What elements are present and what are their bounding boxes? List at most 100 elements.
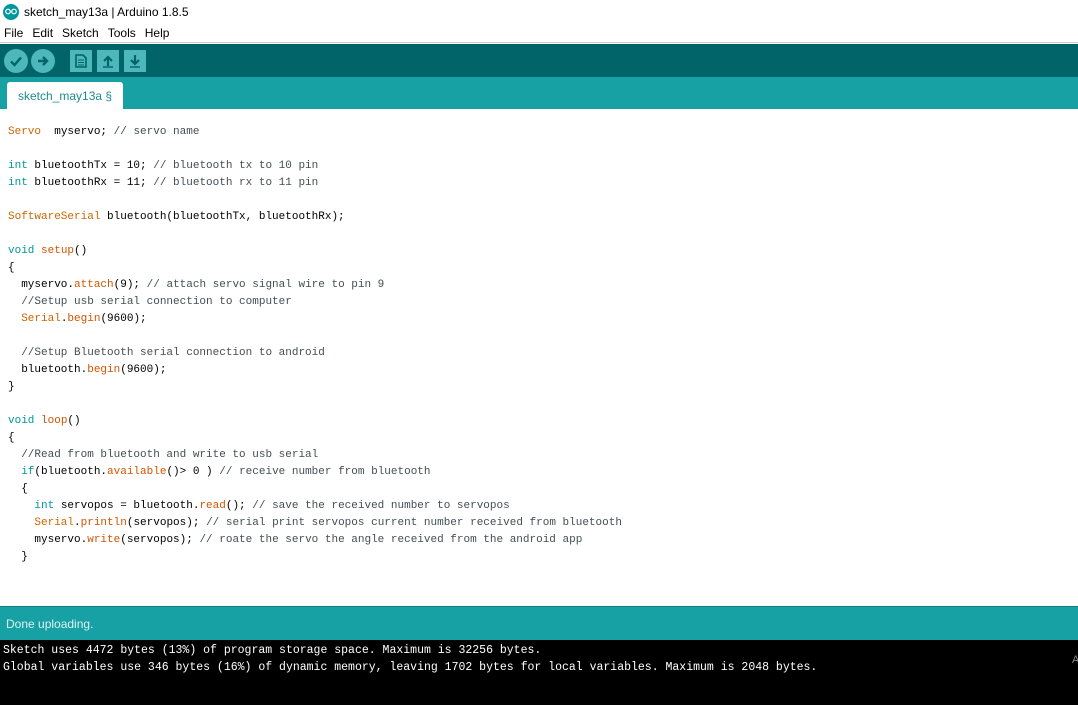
code-line[interactable]: Servo myservo; // servo name xyxy=(8,124,622,141)
menu-edit[interactable]: Edit xyxy=(32,26,53,40)
checkmark-icon xyxy=(10,56,22,67)
code-token: } xyxy=(8,551,28,563)
code-token: myservo. xyxy=(8,534,88,546)
code-token: write xyxy=(87,534,121,546)
code-token: // serial print servopos current number … xyxy=(206,517,622,529)
open-button[interactable] xyxy=(97,49,119,72)
code-token: //Setup Bluetooth serial connection to a… xyxy=(8,347,325,359)
code-token: if xyxy=(21,466,35,478)
code-line[interactable]: //Read from bluetooth and write to usb s… xyxy=(8,447,622,464)
code-line[interactable]: } xyxy=(8,379,622,396)
code-token: int xyxy=(34,500,55,512)
new-file-icon xyxy=(75,53,87,68)
output-console: Sketch uses 4472 bytes (13%) of program … xyxy=(0,640,1078,705)
code-token: bluetoothRx = 11; xyxy=(27,177,154,189)
code-token: int xyxy=(8,177,28,189)
code-token: void xyxy=(8,415,35,427)
code-line[interactable]: //Setup Bluetooth serial connection to a… xyxy=(8,345,622,362)
save-button[interactable] xyxy=(124,49,146,72)
code-line[interactable]: int bluetoothTx = 10; // bluetooth tx to… xyxy=(8,158,622,175)
code-token: myservo. xyxy=(8,279,75,291)
code-line[interactable]: void setup() xyxy=(8,243,622,260)
new-sketch-button[interactable] xyxy=(70,49,92,72)
code-line[interactable]: int bluetoothRx = 11; // bluetooth rx to… xyxy=(8,175,622,192)
arrow-down-icon xyxy=(130,54,140,68)
tab-bar: sketch_may13a § xyxy=(0,77,1078,109)
code-token: } xyxy=(8,381,15,393)
code-line[interactable]: SoftwareSerial bluetooth(bluetoothTx, bl… xyxy=(8,209,622,226)
verify-button[interactable] xyxy=(4,48,28,73)
code-line[interactable]: //Setup usb serial connection to compute… xyxy=(8,294,622,311)
title-bar: sketch_may13a | Arduino 1.8.5 xyxy=(0,0,1078,23)
arrow-right-icon xyxy=(38,55,49,66)
code-token: println xyxy=(80,517,127,529)
code-token: attach xyxy=(74,279,114,291)
code-editor[interactable]: Servo myservo; // servo name int bluetoo… xyxy=(0,109,1078,606)
code-token: () xyxy=(74,245,88,257)
code-token: servopos = bluetooth. xyxy=(54,500,200,512)
code-token: Serial xyxy=(34,517,75,529)
code-line[interactable] xyxy=(8,226,622,243)
console-line: Global variables use 346 bytes (16%) of … xyxy=(3,661,818,674)
code-token: // receive number from bluetooth xyxy=(219,466,431,478)
arduino-logo-icon xyxy=(3,3,19,20)
code-token: { xyxy=(8,262,15,274)
menu-sketch[interactable]: Sketch xyxy=(62,26,99,40)
code-token: (); xyxy=(225,500,253,512)
tab-sketch[interactable]: sketch_may13a § xyxy=(7,82,124,109)
code-line[interactable]: bluetooth.begin(9600); xyxy=(8,362,622,379)
upload-button[interactable] xyxy=(31,48,55,73)
code-token: setup xyxy=(41,245,75,257)
code-token: loop xyxy=(41,415,68,427)
code-token: Serial xyxy=(21,313,61,325)
code-token: (9600); xyxy=(100,313,147,325)
code-token: //Read from bluetooth and write to usb s… xyxy=(8,449,319,461)
code-token: begin xyxy=(87,364,121,376)
code-line[interactable] xyxy=(8,396,622,413)
code-token: (servopos); xyxy=(120,534,200,546)
code-line[interactable] xyxy=(8,328,622,345)
code-line[interactable]: { xyxy=(8,481,622,498)
code-token: { xyxy=(8,483,28,495)
status-bar: Done uploading. xyxy=(0,606,1078,640)
code-token: () xyxy=(67,415,81,427)
code-token: // save the received number to servopos xyxy=(252,500,510,512)
code-line[interactable] xyxy=(8,192,622,209)
code-line[interactable]: { xyxy=(8,430,622,447)
code-line[interactable] xyxy=(8,141,622,158)
code-token: (servopos); xyxy=(126,517,207,529)
code-token: . xyxy=(74,517,81,529)
code-token: (bluetooth. xyxy=(34,466,108,478)
code-token: myservo; xyxy=(41,126,114,138)
window-title: sketch_may13a | Arduino 1.8.5 xyxy=(24,4,189,19)
code-token: bluetoothTx = 10; xyxy=(27,160,154,172)
code-line[interactable]: void loop() xyxy=(8,413,622,430)
code-token: // bluetooth rx to 11 pin xyxy=(153,177,319,189)
code-token: void xyxy=(8,245,35,257)
code-token: // servo name xyxy=(113,126,200,138)
arrow-up-icon xyxy=(103,54,113,68)
code-text[interactable]: Servo myservo; // servo name int bluetoo… xyxy=(8,124,622,566)
menu-help[interactable]: Help xyxy=(145,26,170,40)
code-token: //Setup usb serial connection to compute… xyxy=(8,296,292,308)
code-line[interactable]: myservo.attach(9); // attach servo signa… xyxy=(8,277,622,294)
code-line[interactable]: { xyxy=(8,260,622,277)
code-token: int xyxy=(8,160,28,172)
code-token: { xyxy=(8,432,15,444)
code-token: bluetooth(bluetoothTx, bluetoothRx); xyxy=(100,211,345,223)
code-token: (9600); xyxy=(120,364,167,376)
code-line[interactable]: Serial.begin(9600); xyxy=(8,311,622,328)
code-line[interactable]: myservo.write(servopos); // roate the se… xyxy=(8,532,622,549)
menu-tools[interactable]: Tools xyxy=(108,26,136,40)
menu-file[interactable]: File xyxy=(4,26,23,40)
code-line[interactable]: int servopos = bluetooth.read(); // save… xyxy=(8,498,622,515)
code-line[interactable]: } xyxy=(8,549,622,566)
code-token: ()> 0 ) xyxy=(166,466,220,478)
code-line[interactable]: if(bluetooth.available()> 0 ) // receive… xyxy=(8,464,622,481)
code-line[interactable]: Serial.println(servopos); // serial prin… xyxy=(8,515,622,532)
code-token: (9); xyxy=(113,279,147,291)
